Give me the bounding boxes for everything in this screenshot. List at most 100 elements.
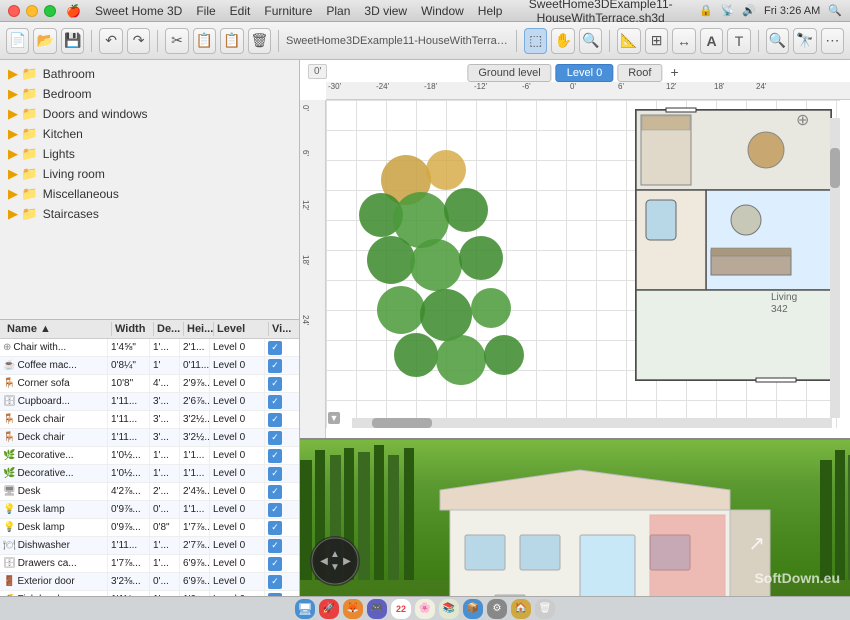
paste-button[interactable]: 📋 <box>220 28 243 54</box>
visibility-checkbox[interactable]: ✓ <box>268 431 282 445</box>
table-row[interactable]: ⊕ Chair with... 1'4⅝" 1'... 2'1... Level… <box>0 339 299 357</box>
visibility-checkbox[interactable]: ✓ <box>268 539 282 553</box>
dock-finder[interactable]: 🖥 <box>295 599 315 619</box>
dock-safari[interactable]: 🦊 <box>343 599 363 619</box>
sidebar-item-staircases[interactable]: ▶ 📁 Staircases <box>0 204 299 224</box>
table-row[interactable]: 💡 Desk lamp 0'9⅞... 0'8" 1'7⅞... Level 0… <box>0 519 299 537</box>
tab-roof[interactable]: Roof <box>617 64 662 82</box>
visibility-checkbox[interactable]: ✓ <box>268 485 282 499</box>
furniture-visibility[interactable]: ✓ <box>265 357 289 374</box>
dock-sweethome[interactable]: 🏠 <box>511 599 531 619</box>
furniture-visibility[interactable]: ✓ <box>265 465 289 482</box>
furniture-visibility[interactable]: ✓ <box>265 393 289 410</box>
open-button[interactable]: 📂 <box>33 28 56 54</box>
zoom-out[interactable]: 🔭 <box>793 28 816 54</box>
3d-view-area[interactable]: ▲ ▼ ◀ ▶ ↗ SoftDown.eu <box>300 440 850 596</box>
visibility-checkbox[interactable]: ✓ <box>268 503 282 517</box>
table-row[interactable]: 🚪 Exterior door 3'2⅜... 0'... 6'9⅞... Le… <box>0 573 299 591</box>
tab-level-0[interactable]: Level 0 <box>556 64 613 82</box>
menu-plan[interactable]: Plan <box>326 4 350 18</box>
dock-calendar[interactable]: 22 <box>391 599 411 619</box>
col-height[interactable]: Hei... <box>184 322 214 336</box>
visibility-checkbox[interactable]: ✓ <box>268 593 282 597</box>
furniture-visibility[interactable]: ✓ <box>265 429 289 446</box>
room-tool[interactable]: ⊞ <box>645 28 668 54</box>
menu-edit[interactable]: Edit <box>230 4 251 18</box>
table-row[interactable]: 🪑 Corner sofa 10'8" 4'... 2'9⅞... Level … <box>0 375 299 393</box>
more-tools[interactable]: ⋯ <box>821 28 844 54</box>
category-tree[interactable]: ▶ 📁 Bathroom ▶ 📁 Bedroom ▶ 📁 Doors and w… <box>0 60 299 320</box>
sidebar-item-bedroom[interactable]: ▶ 📁 Bedroom <box>0 84 299 104</box>
col-name[interactable]: Name ▲ <box>4 322 112 336</box>
col-width[interactable]: Width <box>112 322 154 336</box>
visibility-checkbox[interactable]: ✓ <box>268 359 282 373</box>
menu-furniture[interactable]: Furniture <box>264 4 312 18</box>
sidebar-item-doors[interactable]: ▶ 📁 Doors and windows <box>0 104 299 124</box>
visibility-checkbox[interactable]: ✓ <box>268 557 282 571</box>
furniture-visibility[interactable]: ✓ <box>265 537 289 554</box>
cut-button[interactable]: ✂ <box>165 28 188 54</box>
furniture-visibility[interactable]: ✓ <box>265 375 289 392</box>
visibility-checkbox[interactable]: ✓ <box>268 395 282 409</box>
table-row[interactable]: 🗄 Drawers ca... 1'7⅞... 1'... 6'9⅞... Le… <box>0 555 299 573</box>
furniture-visibility[interactable]: ✓ <box>265 447 289 464</box>
furniture-visibility[interactable]: ✓ <box>265 519 289 536</box>
compass-tool[interactable]: T <box>727 28 750 54</box>
table-row[interactable]: 🗄 Cupboard... 1'11... 3'... 2'6⅞... Leve… <box>0 393 299 411</box>
menu-file[interactable]: File <box>196 4 215 18</box>
furniture-visibility[interactable]: ✓ <box>265 573 289 590</box>
zoom-in[interactable]: 🔍 <box>766 28 789 54</box>
zoom-tool[interactable]: 🔍 <box>579 28 602 54</box>
table-row[interactable]: 🪑 Deck chair 1'11... 3'... 3'2½... Level… <box>0 411 299 429</box>
minimize-button[interactable] <box>26 5 38 17</box>
delete-button[interactable]: 🗑 <box>248 28 271 54</box>
menu-help[interactable]: Help <box>478 4 503 18</box>
dim-tool[interactable]: ↔ <box>672 28 695 54</box>
table-row[interactable]: 🌿 Decorative... 1'0½... 1'... 1'1... Lev… <box>0 447 299 465</box>
tab-ground-level[interactable]: Ground level <box>467 64 551 82</box>
save-button[interactable]: 💾 <box>61 28 84 54</box>
dock-books[interactable]: 📚 <box>439 599 459 619</box>
scrollbar-thumb-h[interactable] <box>372 418 432 428</box>
table-row[interactable]: 🪑 Deck chair 1'11... 3'... 3'2½... Level… <box>0 429 299 447</box>
visibility-checkbox[interactable]: ✓ <box>268 413 282 427</box>
sidebar-item-bathroom[interactable]: ▶ 📁 Bathroom <box>0 64 299 84</box>
table-row[interactable]: 🐠 Fish bowl 1'1⅛... 1'... 1'0... Level 0… <box>0 591 299 596</box>
visibility-checkbox[interactable]: ✓ <box>268 377 282 391</box>
table-row[interactable]: 🌿 Decorative... 1'0½... 1'... 1'1... Lev… <box>0 465 299 483</box>
scrollbar-thumb-v[interactable] <box>830 148 840 188</box>
copy-button[interactable]: 📋 <box>193 28 216 54</box>
maximize-button[interactable] <box>44 5 56 17</box>
visibility-checkbox[interactable]: ✓ <box>268 449 282 463</box>
table-row[interactable]: 🖥 Desk 4'2⅞... 2'... 2'4⅜... Level 0 ✓ <box>0 483 299 501</box>
table-row[interactable]: 🍽 Dishwasher 1'11... 1'... 2'7⅞... Level… <box>0 537 299 555</box>
col-depth[interactable]: De... <box>154 322 184 336</box>
furniture-visibility[interactable]: ✓ <box>265 591 289 596</box>
dock-settings[interactable]: ⚙ <box>487 599 507 619</box>
close-button[interactable] <box>8 5 20 17</box>
furniture-visibility[interactable]: ✓ <box>265 555 289 572</box>
dock-photos[interactable]: 🌸 <box>415 599 435 619</box>
wall-tool[interactable]: 📐 <box>617 28 640 54</box>
apple-menu[interactable]: 🍎 <box>66 4 81 18</box>
pan-tool[interactable]: ✋ <box>551 28 574 54</box>
table-row[interactable]: ☕ Coffee mac... 0'8¼" 1' 0'11... Level 0… <box>0 357 299 375</box>
navigation-toggle[interactable]: ▼ <box>328 412 340 424</box>
furniture-visibility[interactable]: ✓ <box>265 339 289 356</box>
furniture-visibility[interactable]: ✓ <box>265 411 289 428</box>
furniture-visibility[interactable]: ✓ <box>265 483 289 500</box>
visibility-checkbox[interactable]: ✓ <box>268 341 282 355</box>
sidebar-item-kitchen[interactable]: ▶ 📁 Kitchen <box>0 124 299 144</box>
table-row[interactable]: 💡 Desk lamp 0'9⅞... 0'... 1'1... Level 0… <box>0 501 299 519</box>
dock-game[interactable]: 🎮 <box>367 599 387 619</box>
floorplan-scrollbar-h[interactable] <box>352 418 832 428</box>
new-button[interactable]: 📄 <box>6 28 29 54</box>
visibility-checkbox[interactable]: ✓ <box>268 467 282 481</box>
visibility-checkbox[interactable]: ✓ <box>268 575 282 589</box>
select-tool[interactable]: ⬚ <box>524 28 547 54</box>
visibility-checkbox[interactable]: ✓ <box>268 521 282 535</box>
dock-appstore[interactable]: 📦 <box>463 599 483 619</box>
undo-button[interactable]: ↶ <box>99 28 122 54</box>
redo-button[interactable]: ↷ <box>127 28 150 54</box>
tab-add[interactable]: + <box>666 64 682 82</box>
